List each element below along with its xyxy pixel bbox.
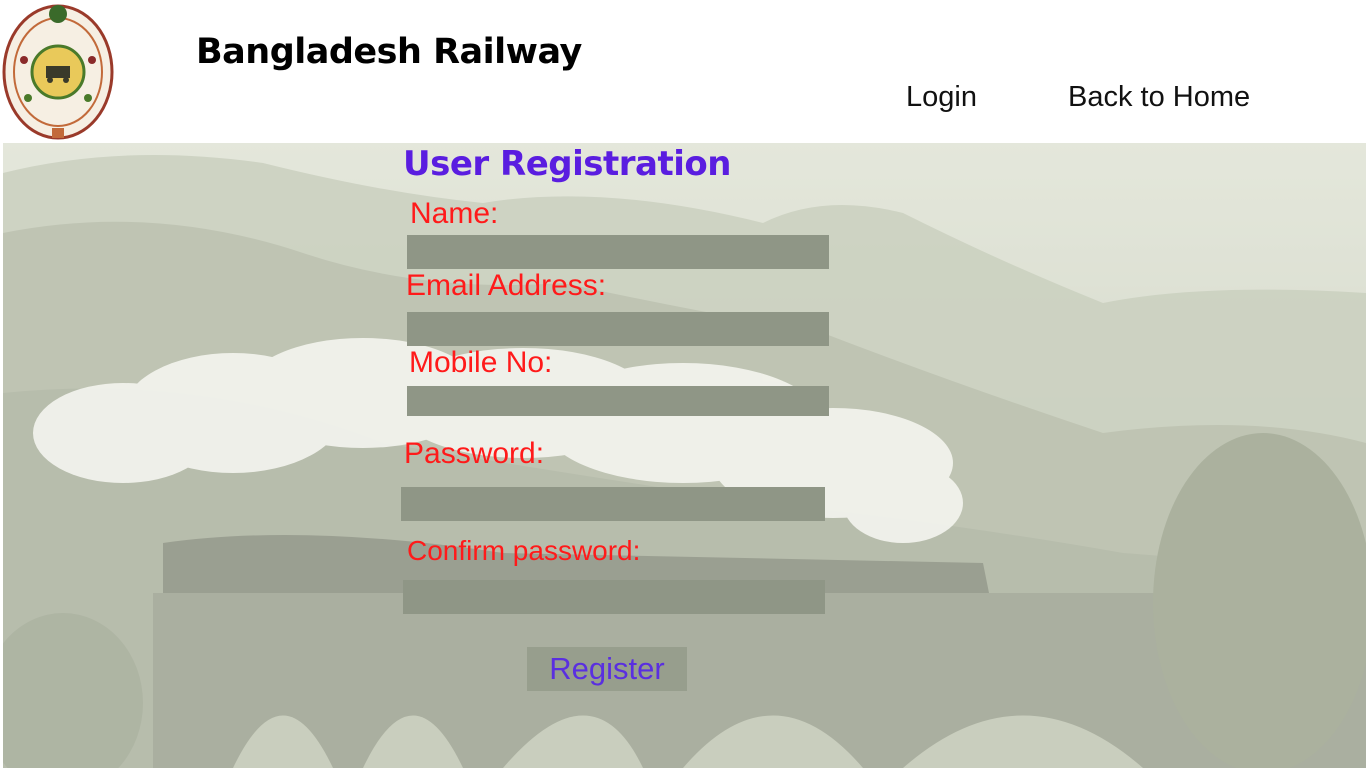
railway-logo-icon — [2, 0, 114, 142]
form-title: User Registration — [403, 144, 731, 184]
email-label: Email Address: — [406, 269, 607, 302]
register-button[interactable]: Register — [527, 647, 687, 691]
nav-login-link[interactable]: Login — [906, 81, 977, 114]
email-input[interactable] — [407, 312, 829, 346]
site-header: Bangladesh Railway Login Back to Home — [0, 0, 1366, 143]
nav-back-home-link[interactable]: Back to Home — [1068, 81, 1250, 114]
mobile-input[interactable] — [407, 386, 829, 416]
confirm-password-label: Confirm password: — [407, 535, 641, 566]
password-input[interactable] — [401, 487, 825, 521]
password-label: Password: — [404, 437, 545, 470]
name-input[interactable] — [407, 235, 829, 269]
name-label: Name: — [410, 197, 499, 230]
mobile-label: Mobile No: — [409, 346, 553, 379]
site-title: Bangladesh Railway — [196, 32, 582, 72]
confirm-password-input[interactable] — [403, 580, 825, 614]
